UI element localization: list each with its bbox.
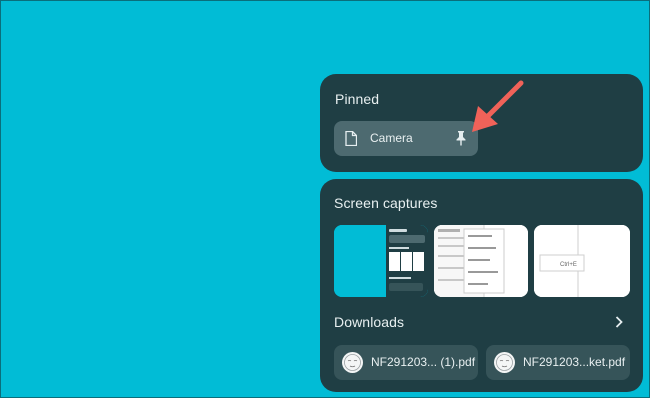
screen-capture-thumbnail[interactable] — [434, 225, 528, 297]
file-icon — [345, 131, 357, 146]
screen-captures-title: Screen captures — [334, 195, 438, 211]
pinned-title: Pinned — [335, 91, 380, 107]
download-item[interactable]: NF291203... (1).pdf — [334, 345, 478, 380]
file-thumbnail-icon — [494, 352, 515, 373]
pinned-item-label: Camera — [370, 131, 413, 145]
screen-capture-thumbnail[interactable]: Ctrl+E — [534, 225, 630, 297]
chevron-right-icon[interactable] — [613, 315, 625, 329]
screen-capture-preview — [434, 225, 528, 297]
shortcut-text: Ctrl+E — [560, 262, 577, 268]
screen-capture-preview — [334, 225, 428, 297]
download-item-label: NF291203...ket.pdf — [523, 355, 626, 369]
screen-capture-thumbnail[interactable] — [334, 225, 428, 297]
pinned-item-camera[interactable]: Camera — [334, 121, 478, 156]
file-thumbnail-icon — [342, 352, 363, 373]
downloads-title: Downloads — [334, 314, 405, 330]
download-item-label: NF291203... (1).pdf — [371, 355, 476, 369]
holding-space-panel: Screen captures Ctrl+E Downloads NF29120… — [320, 179, 643, 392]
screen-capture-preview: Ctrl+E — [534, 225, 630, 297]
annotation-arrow-icon — [472, 80, 524, 132]
download-item[interactable]: NF291203...ket.pdf — [486, 345, 630, 380]
